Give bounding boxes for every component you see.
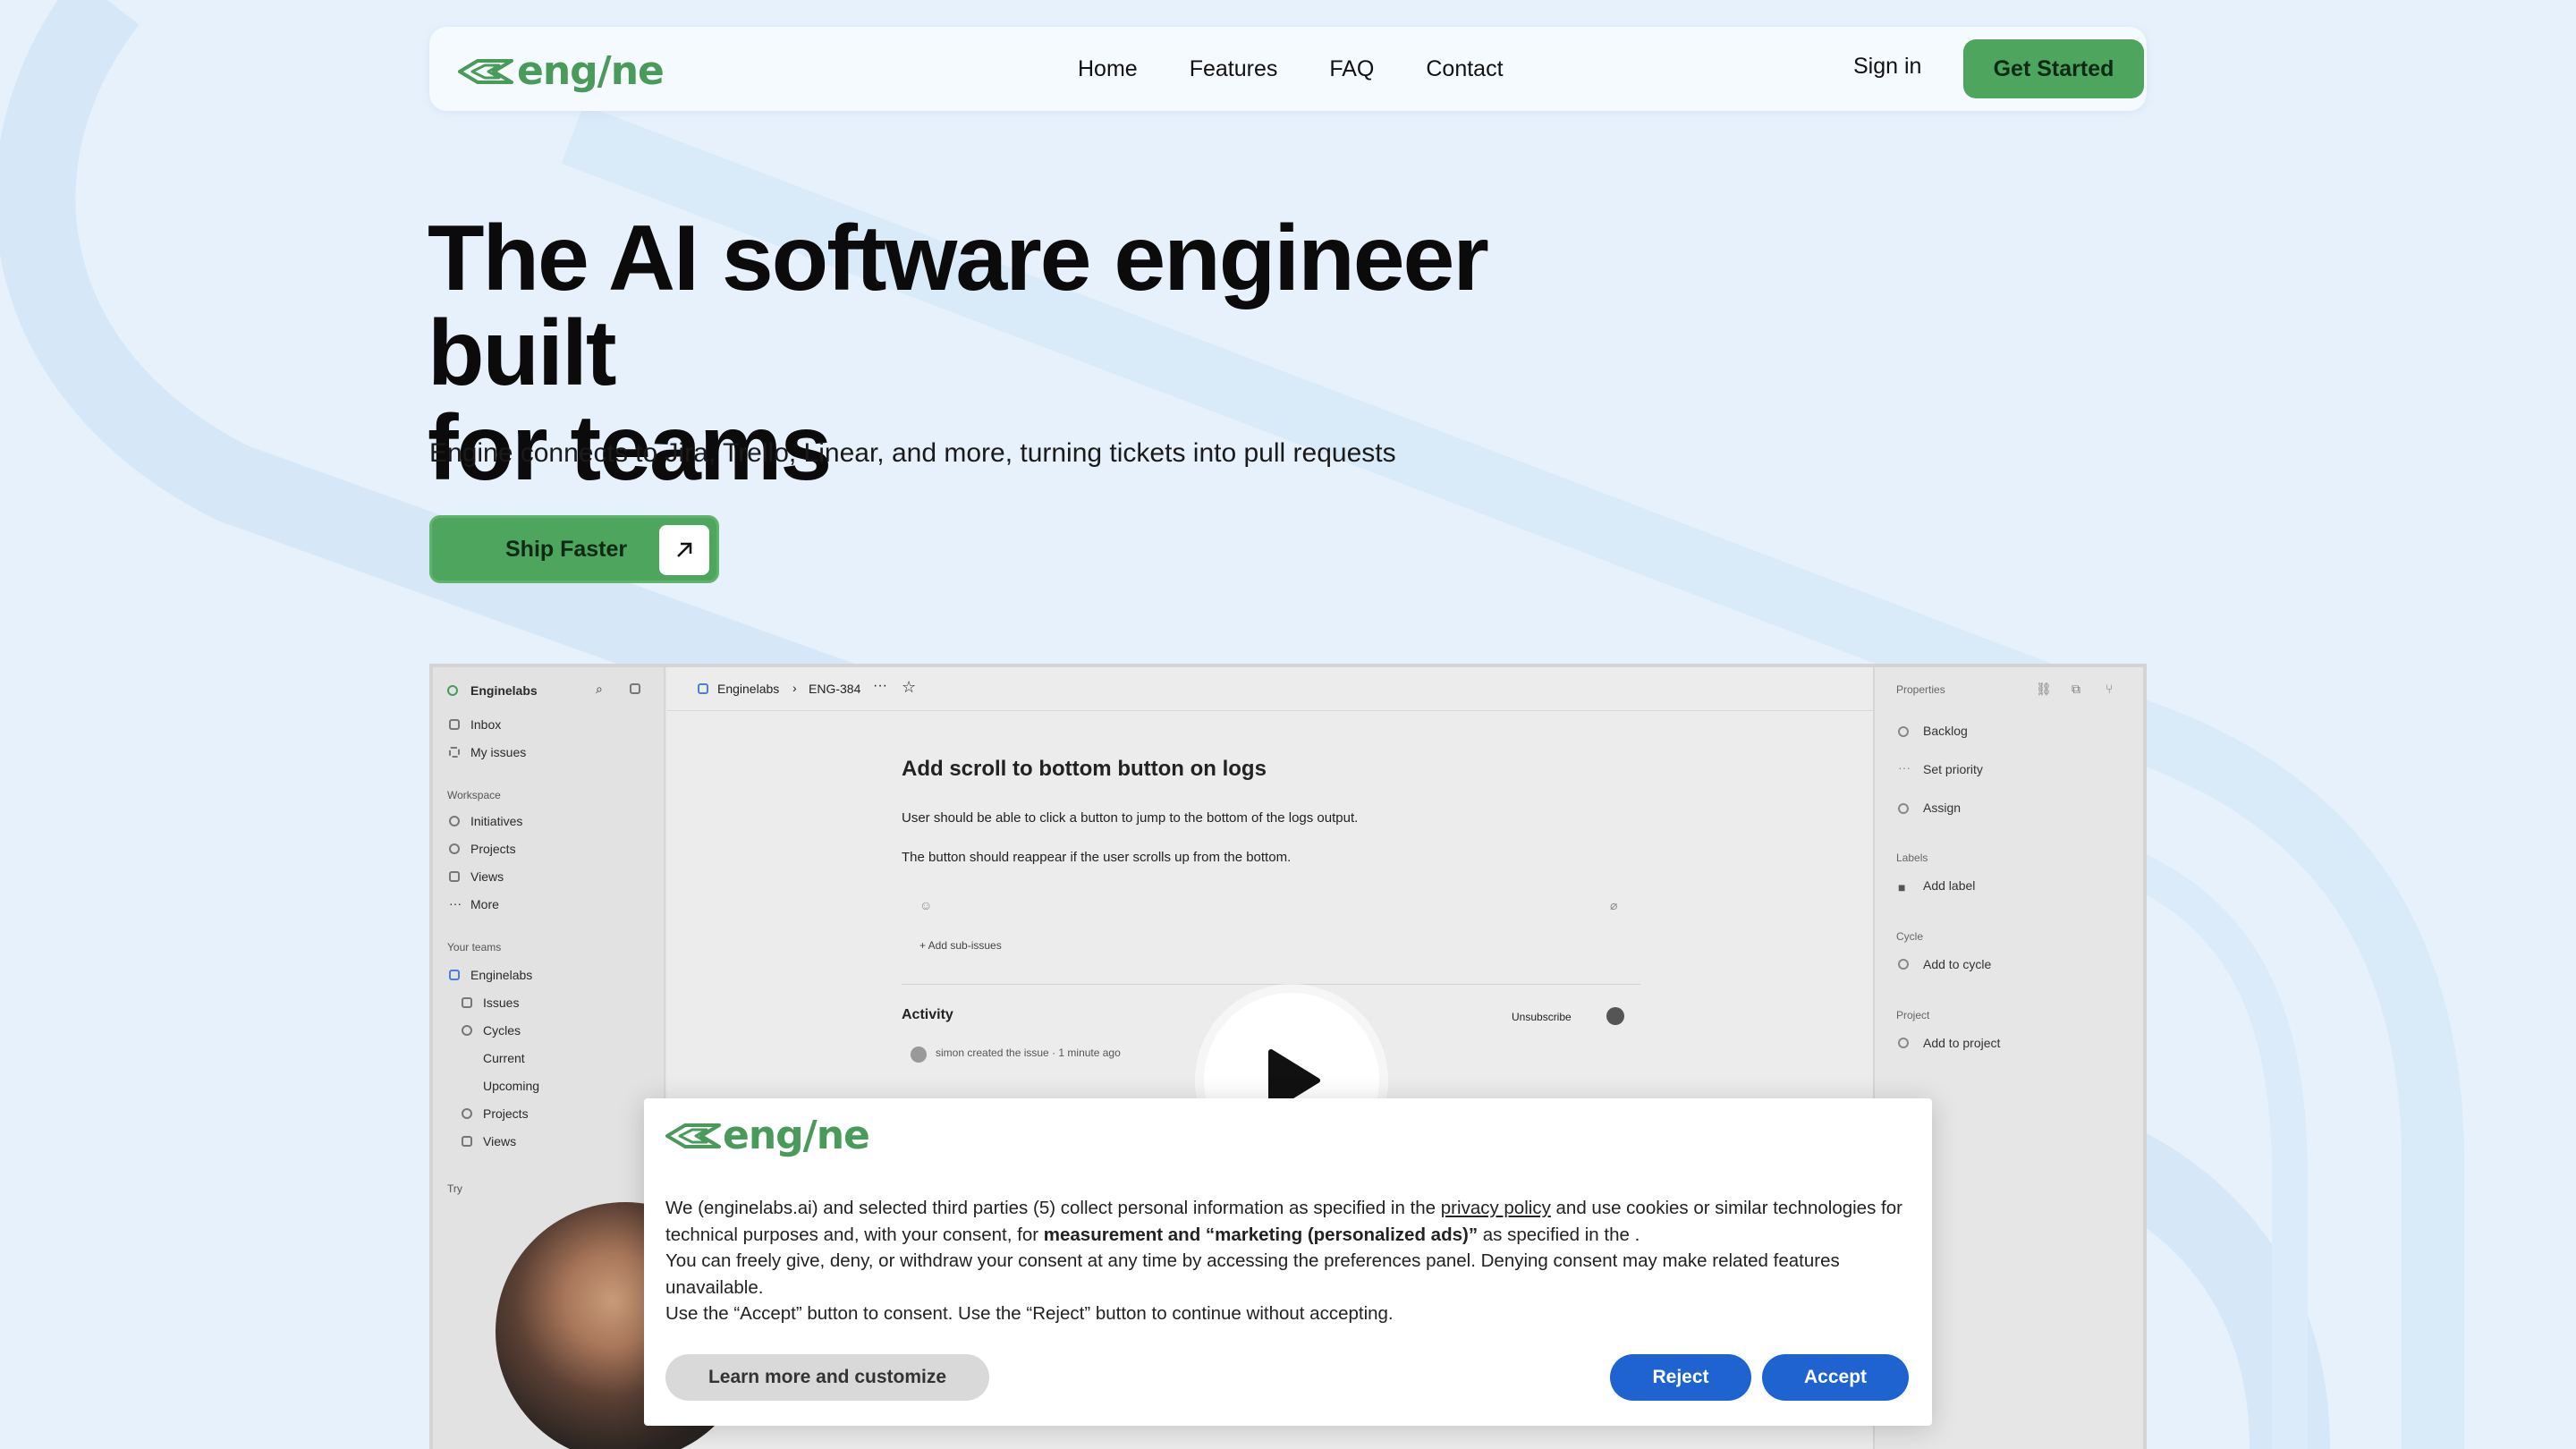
get-started-button[interactable]: Get Started bbox=[1963, 39, 2144, 98]
priority-icon: ··· bbox=[1898, 760, 1911, 775]
attachment-icon: ⌀ bbox=[1610, 898, 1618, 912]
activity-entry: simon created the issue · 1 minute ago bbox=[936, 1046, 1121, 1059]
sidebar-item-team-views: Views bbox=[483, 1134, 517, 1148]
breadcrumb-separator: › bbox=[792, 681, 797, 695]
views-icon bbox=[449, 871, 460, 882]
engine-logo-icon bbox=[458, 58, 513, 84]
sidebar-item-views: Views bbox=[470, 869, 504, 884]
workspace-logo-icon bbox=[447, 685, 458, 696]
status-backlog: Backlog bbox=[1923, 724, 1968, 738]
sign-in-link[interactable]: Sign in bbox=[1853, 54, 1921, 80]
teams-section-header: Your teams bbox=[447, 941, 502, 953]
breadcrumb-issue-id: ENG-384 bbox=[809, 682, 861, 696]
issue-description-1: User should be able to click a button to… bbox=[902, 810, 1359, 826]
compose-icon bbox=[630, 683, 640, 694]
sidebar-item-issues: Issues bbox=[483, 996, 520, 1010]
assign: Assign bbox=[1923, 801, 1962, 815]
privacy-policy-link[interactable]: privacy policy bbox=[1441, 1198, 1551, 1218]
cookie-text-p1a: We (enginelabs.ai) and selected third pa… bbox=[665, 1198, 1441, 1218]
inbox-icon bbox=[449, 719, 460, 730]
ship-faster-label: Ship Faster bbox=[505, 537, 628, 562]
sidebar-item-projects: Projects bbox=[470, 842, 516, 856]
add-sub-issues: + Add sub-issues bbox=[919, 939, 1002, 952]
sidebar-team-name: Enginelabs bbox=[470, 968, 533, 982]
cookie-brand-logo: eng/ne bbox=[665, 1113, 870, 1158]
hero-title-line-1: The AI software engineer built bbox=[428, 207, 1489, 405]
project-icon bbox=[1898, 1038, 1909, 1048]
unsubscribe-link: Unsubscribe bbox=[1512, 1011, 1572, 1023]
issue-description-2: The button should reappear if the user s… bbox=[902, 850, 1292, 865]
breadcrumb-workspace: Enginelabs bbox=[717, 682, 780, 696]
activity-avatar bbox=[1606, 1007, 1624, 1025]
branch-icon: ⑂ bbox=[2106, 682, 2114, 696]
issues-icon bbox=[462, 997, 472, 1008]
hero-subtitle: Engine connects to Jira, Trello, Linear,… bbox=[429, 438, 1396, 468]
backlog-status-icon bbox=[1898, 726, 1909, 737]
nav-link-features[interactable]: Features bbox=[1190, 56, 1278, 82]
team-icon bbox=[449, 970, 460, 980]
nav-link-home[interactable]: Home bbox=[1078, 56, 1138, 82]
sidebar-item-upcoming: Upcoming bbox=[483, 1079, 540, 1093]
brand-logo[interactable]: eng/ne bbox=[458, 48, 665, 94]
assignee-icon bbox=[1898, 803, 1909, 814]
cycles-icon bbox=[462, 1025, 472, 1036]
learn-more-customize-button[interactable]: Learn more and customize bbox=[665, 1354, 989, 1401]
issue-title: Add scroll to bottom button on logs bbox=[902, 757, 1267, 781]
cycle-icon bbox=[1898, 959, 1909, 970]
search-icon: ⌕ bbox=[596, 682, 603, 696]
cookie-consent-text: We (enginelabs.ai) and selected third pa… bbox=[665, 1195, 1918, 1327]
more-icon: ··· bbox=[449, 896, 462, 911]
copy-icon: ⧉ bbox=[2072, 682, 2080, 696]
cookie-logo-wordmark: eng/ne bbox=[723, 1113, 870, 1158]
add-to-cycle: Add to cycle bbox=[1923, 957, 1992, 971]
add-label: Add label bbox=[1923, 878, 1976, 893]
cookie-text-p3: Use the “Accept” button to consent. Use … bbox=[665, 1303, 1394, 1324]
set-priority: Set priority bbox=[1923, 762, 1983, 776]
my-issues-icon bbox=[449, 747, 460, 758]
cookie-text-bold: measurement and “marketing (personalized… bbox=[1043, 1224, 1479, 1245]
cookie-text-p2: You can freely give, deny, or withdraw y… bbox=[665, 1250, 1840, 1298]
arrow-up-right-icon bbox=[659, 525, 709, 575]
nav-links: Home Features FAQ Contact bbox=[1078, 27, 1555, 111]
sidebar-item-inbox: Inbox bbox=[470, 717, 502, 732]
logo-wordmark: eng/ne bbox=[517, 48, 665, 94]
sidebar-item-team-projects: Projects bbox=[483, 1106, 529, 1121]
cookie-text-p1c: as specified in the . bbox=[1478, 1224, 1640, 1245]
breadcrumb-team-icon bbox=[698, 683, 708, 694]
nav-link-faq[interactable]: FAQ bbox=[1329, 56, 1374, 82]
sidebar-item-my-issues: My issues bbox=[470, 745, 527, 759]
nav-link-contact[interactable]: Contact bbox=[1426, 56, 1503, 82]
cycle-header: Cycle bbox=[1896, 930, 1924, 943]
accept-cookies-button[interactable]: Accept bbox=[1762, 1354, 1909, 1401]
workspace-name: Enginelabs bbox=[470, 683, 538, 698]
team-projects-icon bbox=[462, 1108, 472, 1119]
activity-header: Activity bbox=[902, 1007, 953, 1022]
ship-faster-button[interactable]: Ship Faster bbox=[429, 515, 719, 583]
team-views-icon bbox=[462, 1136, 472, 1147]
emoji-react-icon: ☺ bbox=[919, 898, 933, 912]
project-header: Project bbox=[1896, 1009, 1930, 1021]
top-navbar: eng/ne Home Features FAQ Contact Sign in… bbox=[429, 27, 2147, 111]
sidebar-item-cycles: Cycles bbox=[483, 1023, 521, 1038]
add-to-project: Add to project bbox=[1923, 1036, 2001, 1050]
properties-header: Properties bbox=[1896, 683, 1945, 696]
try-section-header: Try bbox=[447, 1182, 462, 1195]
reject-cookies-button[interactable]: Reject bbox=[1610, 1354, 1751, 1401]
more-options-icon: ··· bbox=[873, 678, 887, 693]
cookie-consent-dialog: eng/ne We (enginelabs.ai) and selected t… bbox=[644, 1098, 1932, 1426]
sidebar-item-initiatives: Initiatives bbox=[470, 814, 523, 828]
star-icon: ☆ bbox=[902, 678, 917, 696]
sidebar-item-current: Current bbox=[483, 1051, 525, 1065]
sidebar-item-more: More bbox=[470, 897, 499, 911]
initiatives-icon bbox=[449, 816, 460, 826]
simon-avatar bbox=[911, 1046, 927, 1063]
link-icon: ⛓ bbox=[2036, 682, 2052, 696]
label-icon: ■ bbox=[1898, 880, 1906, 894]
projects-icon bbox=[449, 843, 460, 854]
labels-header: Labels bbox=[1896, 852, 1928, 864]
workspace-section-header: Workspace bbox=[447, 789, 501, 801]
engine-logo-icon bbox=[665, 1123, 721, 1148]
